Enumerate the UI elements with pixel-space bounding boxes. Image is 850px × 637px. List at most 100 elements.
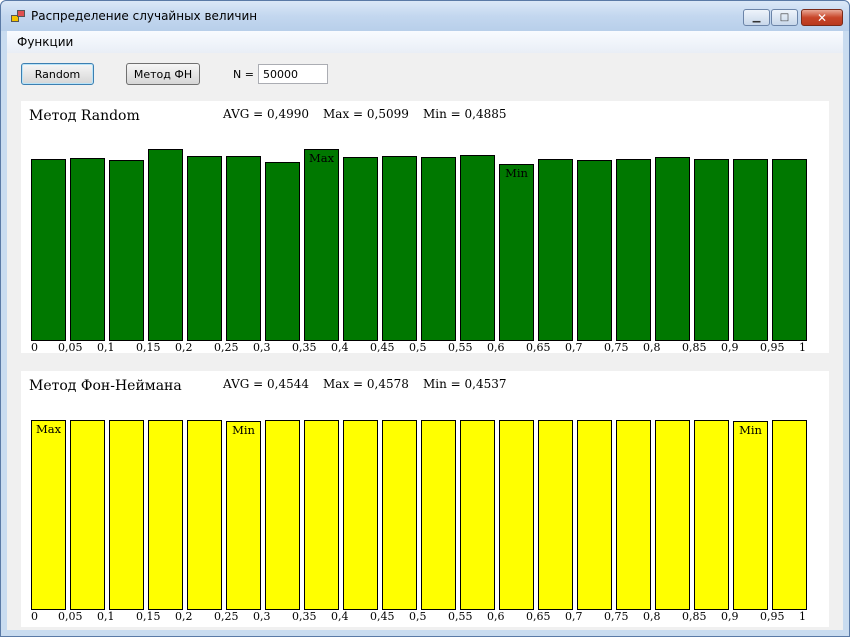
x-tick-label: 0 bbox=[31, 341, 38, 354]
app-window: Распределение случайных величин ▁ □ ✕ Фу… bbox=[0, 0, 850, 637]
x-tick-label: 0,6 bbox=[487, 341, 505, 354]
bar-19 bbox=[772, 159, 807, 341]
x-tick-label: 0,6 bbox=[487, 610, 505, 623]
x-tick-label: 0,75 bbox=[604, 341, 629, 354]
bar-15 bbox=[616, 420, 651, 610]
x-tick-label: 0,4 bbox=[331, 610, 349, 623]
bar-3 bbox=[148, 420, 183, 610]
title-bar[interactable]: Распределение случайных величин ▁ □ ✕ bbox=[1, 1, 849, 31]
x-tick-label: 0,15 bbox=[136, 341, 161, 354]
max-stat: Max = 0,5099 bbox=[323, 107, 409, 121]
bar-13 bbox=[538, 420, 573, 610]
bar-annotation: Max bbox=[308, 151, 335, 165]
chart-title: Метод Random bbox=[29, 108, 140, 124]
x-tick-label: 0,3 bbox=[253, 610, 271, 623]
bar-1 bbox=[70, 420, 105, 610]
x-tick-label: 0,75 bbox=[604, 610, 629, 623]
x-tick-label: 0,95 bbox=[760, 341, 785, 354]
bar-17 bbox=[694, 159, 729, 341]
x-tick-label: 0,85 bbox=[682, 341, 707, 354]
bar-10 bbox=[421, 420, 456, 610]
bar-14 bbox=[577, 420, 612, 610]
x-tick-label: 1 bbox=[799, 610, 806, 623]
avg-stat: AVG = 0,4990 bbox=[223, 107, 309, 121]
bar-3 bbox=[148, 149, 183, 341]
bar-9 bbox=[382, 156, 417, 341]
min-stat: Min = 0,4885 bbox=[423, 107, 507, 121]
close-button[interactable]: ✕ bbox=[801, 9, 843, 26]
bar-8 bbox=[343, 420, 378, 610]
x-tick-label: 0,65 bbox=[526, 341, 551, 354]
x-tick-label: 0,35 bbox=[292, 341, 317, 354]
min-stat: Min = 0,4537 bbox=[423, 377, 507, 391]
bar-annotation: Max bbox=[35, 422, 62, 436]
bar-annotation: Min bbox=[232, 423, 255, 437]
x-tick-label: 0,5 bbox=[409, 341, 427, 354]
app-icon bbox=[11, 10, 25, 22]
x-tick-label: 1 bbox=[799, 341, 806, 354]
n-input[interactable]: 50000 bbox=[258, 64, 328, 84]
x-tick-label: 0,95 bbox=[760, 610, 785, 623]
x-tick-label: 0,15 bbox=[136, 610, 161, 623]
bar-14 bbox=[577, 160, 612, 341]
bar-11 bbox=[460, 155, 495, 341]
x-tick-label: 0,7 bbox=[565, 341, 583, 354]
bar-0 bbox=[31, 159, 66, 341]
x-tick-label: 0,8 bbox=[643, 341, 661, 354]
x-tick-label: 0,55 bbox=[448, 610, 473, 623]
bar-5: Min bbox=[226, 421, 261, 610]
bar-11 bbox=[460, 420, 495, 610]
maximize-button[interactable]: □ bbox=[771, 9, 798, 26]
bar-9 bbox=[382, 420, 417, 610]
x-tick-label: 0,2 bbox=[175, 610, 193, 623]
random-button[interactable]: Random bbox=[21, 63, 94, 85]
bar-10 bbox=[421, 157, 456, 341]
max-stat: Max = 0,4578 bbox=[323, 377, 409, 391]
bar-17 bbox=[694, 420, 729, 610]
x-tick-label: 0,25 bbox=[214, 610, 239, 623]
bar-7 bbox=[304, 420, 339, 610]
bar-19 bbox=[772, 420, 807, 610]
bar-6 bbox=[265, 420, 300, 610]
x-tick-label: 0,9 bbox=[721, 610, 739, 623]
chart-fn-panel: Метод Фон-Неймана AVG = 0,4544 Max = 0,4… bbox=[21, 371, 829, 627]
x-tick-label: 0,1 bbox=[97, 610, 115, 623]
close-icon: ✕ bbox=[816, 10, 828, 25]
bar-7: Max bbox=[304, 149, 339, 341]
bar-5 bbox=[226, 156, 261, 341]
bar-8 bbox=[343, 157, 378, 341]
bar-annotation: Min bbox=[505, 166, 528, 180]
x-tick-label: 0,5 bbox=[409, 610, 427, 623]
bar-12 bbox=[499, 420, 534, 610]
x-tick-label: 0,05 bbox=[58, 341, 83, 354]
bar-4 bbox=[187, 156, 222, 341]
window-title: Распределение случайных величин bbox=[31, 9, 258, 23]
x-tick-label: 0,05 bbox=[58, 610, 83, 623]
bar-16 bbox=[655, 420, 690, 610]
menu-bar: Функции bbox=[7, 31, 843, 53]
bar-2 bbox=[109, 420, 144, 610]
chart-title: Метод Фон-Неймана bbox=[29, 378, 182, 394]
x-tick-label: 0,9 bbox=[721, 341, 739, 354]
x-tick-label: 0,25 bbox=[214, 341, 239, 354]
x-tick-label: 0,2 bbox=[175, 341, 193, 354]
bar-18 bbox=[733, 159, 768, 341]
x-tick-label: 0,8 bbox=[643, 610, 661, 623]
x-tick-label: 0,3 bbox=[253, 341, 271, 354]
menu-item-functions[interactable]: Функции bbox=[17, 35, 73, 49]
x-tick-label: 0,7 bbox=[565, 610, 583, 623]
bar-1 bbox=[70, 158, 105, 341]
x-tick-label: 0,1 bbox=[97, 341, 115, 354]
bar-6 bbox=[265, 162, 300, 341]
chart-random-panel: Метод Random AVG = 0,4990 Max = 0,5099 M… bbox=[21, 101, 829, 354]
bar-4 bbox=[187, 420, 222, 610]
x-tick-label: 0,65 bbox=[526, 610, 551, 623]
bar-18: Min bbox=[733, 421, 768, 610]
x-tick-label: 0,45 bbox=[370, 610, 395, 623]
bar-13 bbox=[538, 159, 573, 341]
fn-method-button[interactable]: Метод ФН bbox=[126, 63, 200, 85]
maximize-icon: □ bbox=[779, 11, 790, 23]
minimize-button[interactable]: ▁ bbox=[743, 9, 770, 26]
bar-16 bbox=[655, 157, 690, 341]
x-tick-label: 0,45 bbox=[370, 341, 395, 354]
